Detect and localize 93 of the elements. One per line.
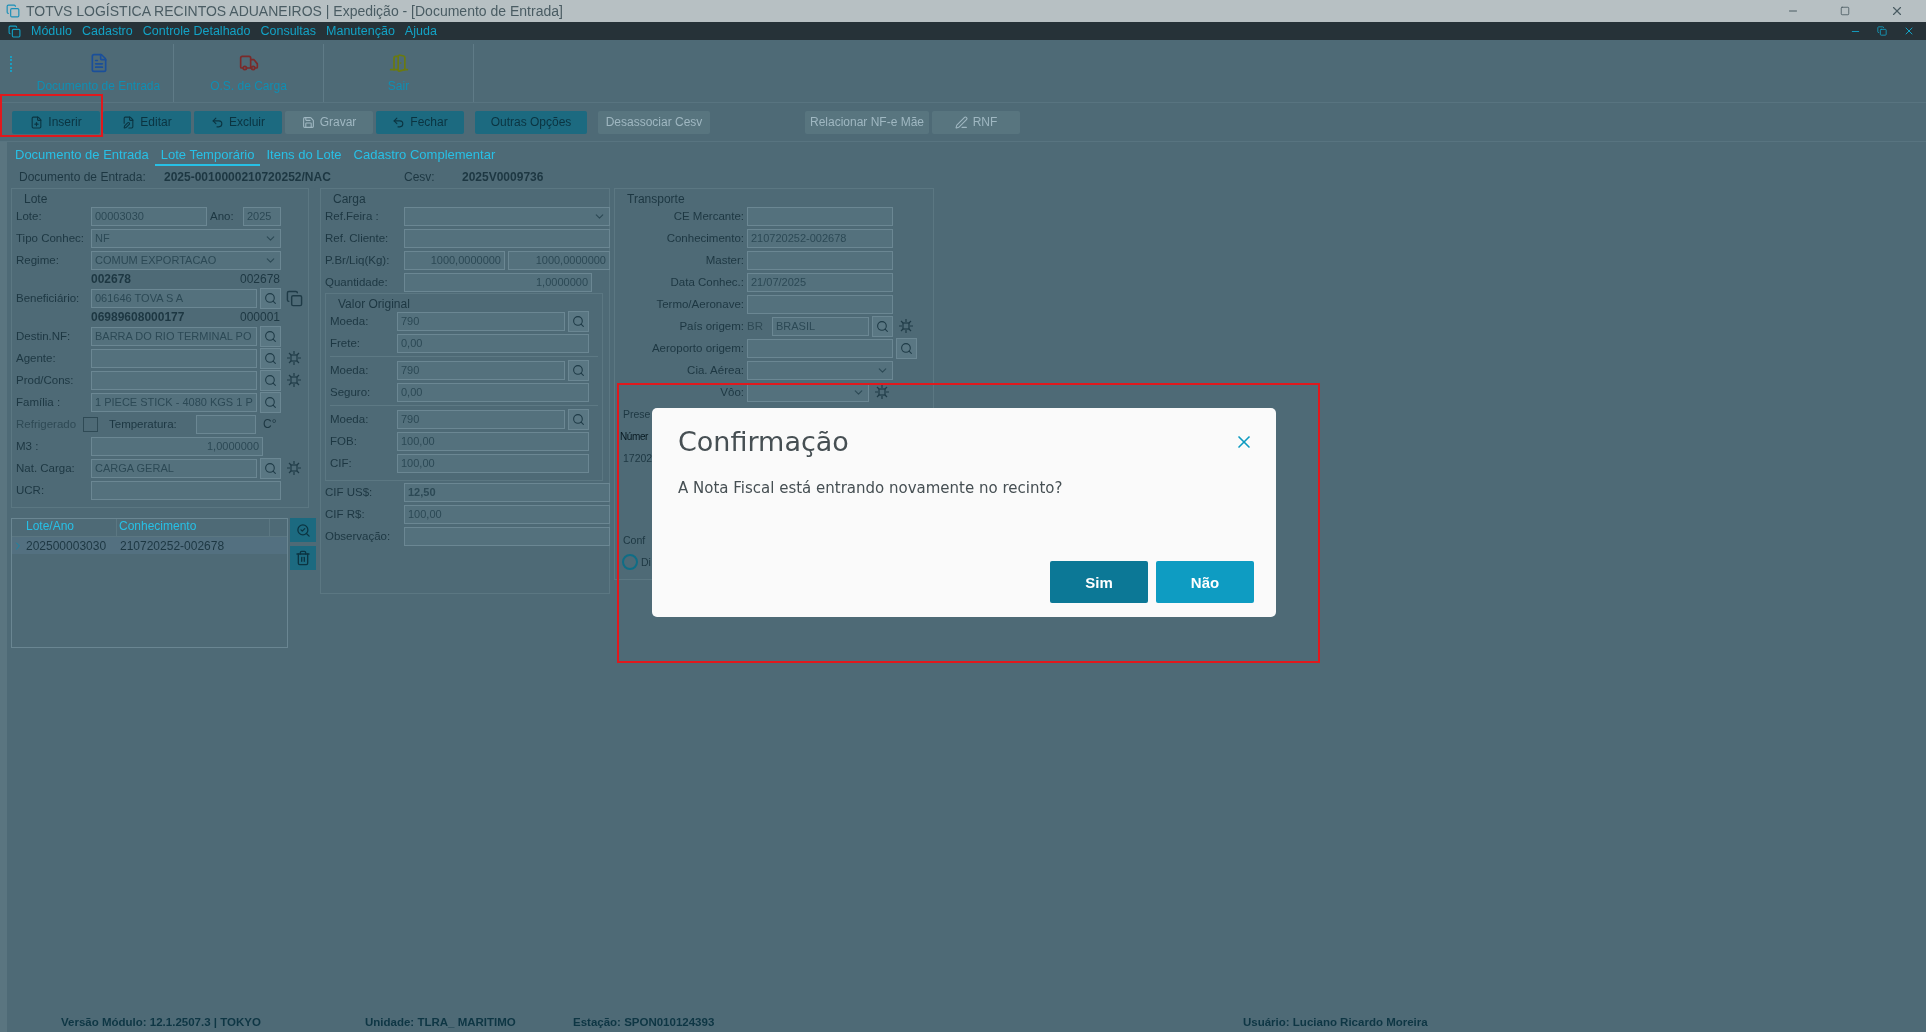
status-text: Estação: SPON010124393 <box>573 1016 716 1028</box>
select-field[interactable] <box>747 360 893 380</box>
input-field[interactable] <box>404 228 610 248</box>
tab[interactable]: Itens do Lote <box>260 147 348 166</box>
search-button[interactable] <box>568 408 589 430</box>
undo-arrow-icon <box>211 115 224 129</box>
search-button[interactable] <box>872 315 893 337</box>
toolbar-button[interactable]: Documento de Entrada <box>24 44 174 102</box>
dialog-button[interactable]: Sim <box>1050 561 1148 603</box>
select-field[interactable] <box>404 206 610 226</box>
search-button[interactable] <box>896 337 917 359</box>
delete-button[interactable] <box>290 546 316 570</box>
app-logo-icon <box>8 24 21 38</box>
table-cell-text: 202500003030 <box>25 538 108 553</box>
search-button[interactable] <box>260 347 281 369</box>
input-field[interactable] <box>747 206 893 226</box>
sparkle-icon <box>286 460 302 476</box>
search-button[interactable] <box>260 325 281 347</box>
menu-item[interactable]: Controle Detalhado <box>142 24 251 38</box>
sparkle-icon <box>874 384 890 400</box>
action-button[interactable]: Excluir <box>194 110 282 134</box>
window-title: TOTVS LOGÍSTICA RECINTOS ADUANEIROS | Expedição - [Documento de Entrada] <box>26 3 563 19</box>
checkbox[interactable] <box>83 416 98 432</box>
truck-icon <box>238 53 259 73</box>
search-icon <box>264 461 277 475</box>
sparkle-icon <box>286 350 302 366</box>
input-field[interactable] <box>196 414 256 434</box>
restore-icon <box>1840 6 1850 16</box>
column-header: Conhecimento <box>117 519 270 536</box>
search-button[interactable] <box>568 310 589 332</box>
toolbar-button[interactable]: Sair <box>324 44 474 102</box>
status-text: Unidade: TLRA_ MARITIMO <box>365 1016 517 1028</box>
search-icon <box>572 363 585 377</box>
status-text: Versão Módulo: 12.1.2507.3 | TOKYO <box>61 1016 262 1028</box>
pen-icon <box>954 115 968 129</box>
input-field[interactable] <box>747 338 893 358</box>
door-icon <box>388 53 409 73</box>
restore-button[interactable] <box>1874 26 1890 36</box>
search-icon <box>264 329 277 343</box>
input-field[interactable] <box>404 526 610 546</box>
input-field[interactable] <box>747 294 893 314</box>
close-icon <box>1890 4 1904 18</box>
menu-item[interactable]: Ajuda <box>404 24 437 38</box>
menu-item[interactable]: Cadastro <box>82 24 133 38</box>
search-button[interactable] <box>260 287 281 309</box>
dialog-button[interactable]: Não <box>1156 561 1254 603</box>
copy-icon[interactable] <box>286 289 303 307</box>
search-icon <box>264 395 277 409</box>
menu-item[interactable]: Manutenção <box>326 24 395 38</box>
search-icon <box>264 373 277 387</box>
action-button[interactable]: Editar <box>103 110 191 134</box>
input-field[interactable] <box>91 348 257 368</box>
undo-arrow-icon <box>392 115 406 129</box>
column-header: Lote/Ano <box>24 519 117 536</box>
close-icon <box>1903 25 1915 37</box>
search-button[interactable] <box>260 457 281 479</box>
sparkle-icon <box>898 318 914 334</box>
tab[interactable]: Lote Temporário <box>154 147 261 166</box>
search-button[interactable] <box>260 391 281 413</box>
menu-item[interactable]: Módulo <box>31 24 72 38</box>
edit-file-icon <box>122 115 136 129</box>
toolbar-button[interactable]: O.S. de Carga <box>174 44 324 102</box>
dialog-title: Confirmação <box>678 426 849 457</box>
search-icon <box>264 291 277 305</box>
search-icon <box>876 319 889 333</box>
search-button[interactable] <box>290 518 316 542</box>
search-icon <box>572 412 585 426</box>
action-button[interactable]: Inserir <box>12 110 100 134</box>
table-row[interactable]: 202500003030 210720252-002678 <box>12 537 287 554</box>
action-button[interactable]: Fechar <box>376 110 464 134</box>
search-icon <box>264 351 277 365</box>
sparkle-icon <box>286 372 302 388</box>
menu-item[interactable]: Consultas <box>260 24 317 38</box>
trash-icon <box>295 550 311 566</box>
tab[interactable]: Cadastro Complementar <box>347 147 502 166</box>
restore-icon <box>1877 26 1887 36</box>
table-cell-text: 210720252-002678 <box>119 538 226 553</box>
search-icon <box>900 341 913 355</box>
new-file-icon <box>30 115 44 129</box>
search-icon <box>572 314 585 328</box>
status-text: Usuário: Luciano Ricardo Moreira <box>1243 1016 1429 1028</box>
app-logo-icon <box>6 4 20 18</box>
input-field[interactable] <box>91 370 257 390</box>
column-header: Númer <box>620 430 648 442</box>
search-icon <box>295 522 311 538</box>
tab[interactable]: Documento de Entrada <box>9 147 155 166</box>
action-button[interactable]: Outras Opções <box>475 110 587 134</box>
input-field[interactable] <box>91 480 281 500</box>
input-field[interactable] <box>747 250 893 270</box>
search-button[interactable] <box>568 359 589 381</box>
save-icon <box>301 115 315 129</box>
dialog-message: A Nota Fiscal está entrando novamente no recinto? <box>678 479 1064 497</box>
search-button[interactable] <box>260 369 281 391</box>
